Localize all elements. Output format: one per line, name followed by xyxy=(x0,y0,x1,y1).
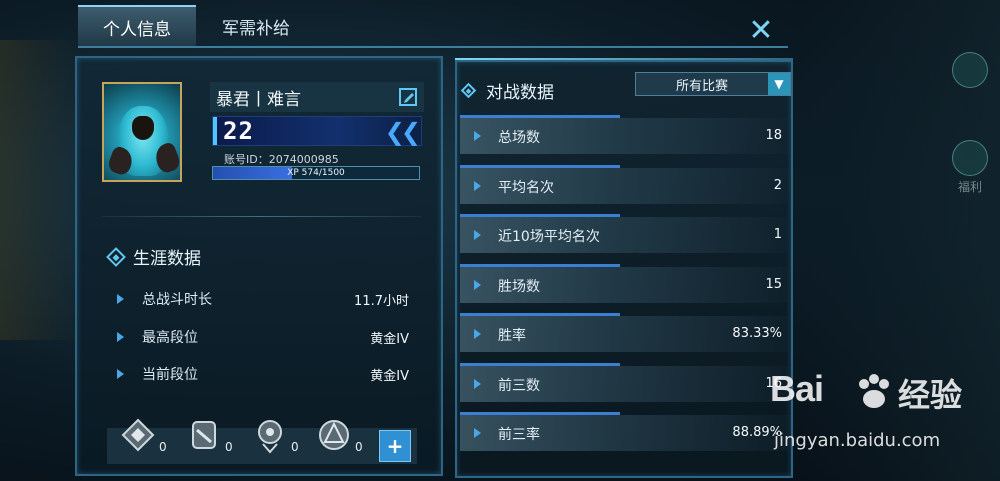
stat-row-top3-rate: 前三率 88.89% xyxy=(460,412,790,451)
stat-label: 前三率 xyxy=(498,427,540,443)
xp-progress-bar: XP 574/1500 xyxy=(212,166,420,180)
baidu-jingyan-watermark: Bai 经验 jingyan.baidu.com xyxy=(770,368,1000,468)
triangle-right-icon xyxy=(117,369,124,379)
tab-underline xyxy=(78,46,788,48)
medal-row: 0 0 0 0 + xyxy=(107,418,417,464)
crosshair-medal-icon[interactable] xyxy=(315,416,353,456)
career-label: 当前段位 xyxy=(142,367,198,383)
stat-topline xyxy=(460,264,620,267)
stat-topline xyxy=(460,165,620,168)
career-section-title: 生涯数据 xyxy=(106,244,201,269)
stat-label: 近10场平均名次 xyxy=(498,229,600,245)
stat-value: 83.33% xyxy=(732,326,782,341)
career-title: 生涯数据 xyxy=(133,249,201,269)
medal-count: 0 xyxy=(355,440,363,454)
stat-value: 1 xyxy=(773,227,782,242)
battle-section-title: 对战数据 xyxy=(460,78,554,103)
player-level: 22 xyxy=(223,117,254,145)
wreath-medal-icon[interactable] xyxy=(251,416,289,456)
stat-topline xyxy=(460,412,620,415)
profile-panel: 暴君丨难言 22 ❮❮ 账号ID：2074000985 XP 574/1500 … xyxy=(75,56,443,476)
match-filter-value: 所有比赛 xyxy=(675,78,728,94)
player-name: 暴君丨难言 xyxy=(216,89,301,110)
stat-topline xyxy=(460,115,620,118)
tab-supply-label: 军需补给 xyxy=(222,18,290,39)
triangle-right-icon xyxy=(474,280,481,290)
tab-supply[interactable]: 军需补给 xyxy=(196,5,316,47)
stat-value: 2 xyxy=(773,178,782,193)
divider xyxy=(102,216,422,217)
stat-topline xyxy=(460,214,620,217)
tab-bar: 个人信息 军需补给 xyxy=(78,5,788,47)
level-accent xyxy=(213,117,217,145)
stat-label: 胜率 xyxy=(498,328,526,344)
double-chevron-icon: ❮❮ xyxy=(384,118,421,146)
paw-icon xyxy=(859,374,889,408)
close-icon: ✕ xyxy=(748,13,774,48)
career-label: 总战斗时长 xyxy=(142,292,212,308)
close-button[interactable]: ✕ xyxy=(746,16,776,46)
stat-label: 前三数 xyxy=(498,378,540,394)
stat-row-win-rate: 胜率 83.33% xyxy=(460,313,790,352)
side-menu-icon[interactable] xyxy=(952,52,988,88)
side-label: 福利 xyxy=(958,180,983,194)
wings-medal-icon[interactable] xyxy=(119,416,157,456)
stat-row-total: 总场数 18 xyxy=(460,115,790,154)
diamond-icon xyxy=(106,246,126,267)
tab-profile-label: 个人信息 xyxy=(103,19,171,40)
triangle-right-icon xyxy=(474,329,481,339)
medal-count: 0 xyxy=(159,440,167,454)
scroll-medal-icon[interactable] xyxy=(185,416,223,456)
level-bar: 22 ❮❮ xyxy=(212,116,422,146)
avatar[interactable] xyxy=(102,82,182,182)
watermark-brand-left: Bai xyxy=(770,368,824,409)
career-label: 最高段位 xyxy=(142,330,198,346)
stat-row-avg-rank: 平均名次 2 xyxy=(460,165,790,204)
triangle-right-icon xyxy=(474,428,481,438)
triangle-right-icon xyxy=(117,294,124,304)
triangle-right-icon xyxy=(474,131,481,141)
stat-topline xyxy=(460,313,620,316)
player-name-bar: 暴君丨难言 xyxy=(210,82,424,112)
stat-label: 胜场数 xyxy=(498,279,540,295)
stat-value: 18 xyxy=(765,128,782,143)
watermark-url: jingyan.baidu.com xyxy=(774,430,941,451)
diamond-icon xyxy=(460,82,477,99)
medal-count: 0 xyxy=(225,440,233,454)
triangle-right-icon xyxy=(474,379,481,389)
chevron-down-icon: ▼ xyxy=(768,73,790,95)
stat-label: 总场数 xyxy=(498,130,540,146)
career-value: 11.7小时 xyxy=(354,293,409,309)
tab-profile[interactable]: 个人信息 xyxy=(78,5,196,47)
stat-value: 15 xyxy=(765,277,782,292)
plus-icon: + xyxy=(386,434,404,458)
watermark-brand-right: 经验 xyxy=(898,376,963,414)
edit-icon[interactable] xyxy=(398,87,418,107)
career-row-duration: 总战斗时长 11.7小时 xyxy=(117,287,409,311)
account-id: 账号ID：2074000985 xyxy=(224,153,339,166)
triangle-right-icon xyxy=(474,181,481,191)
career-value: 黄金IV xyxy=(370,368,409,384)
stat-label: 平均名次 xyxy=(498,180,554,196)
battle-title: 对战数据 xyxy=(486,83,554,103)
xp-text: XP 574/1500 xyxy=(287,168,345,178)
medal-count: 0 xyxy=(291,440,299,454)
triangle-right-icon xyxy=(117,332,124,342)
career-value: 黄金IV xyxy=(370,331,409,347)
career-row-highest-rank: 最高段位 黄金IV xyxy=(117,325,409,349)
match-filter-select[interactable]: 所有比赛 ▼ xyxy=(635,72,791,96)
battle-panel: 对战数据 所有比赛 ▼ 总场数 18 平均名次 2 近10场平均名次 1 胜场数… xyxy=(455,60,793,478)
stat-row-wins: 胜场数 15 xyxy=(460,264,790,303)
add-medal-button[interactable]: + xyxy=(379,430,411,462)
background-glow xyxy=(0,40,80,340)
stat-row-top3: 前三数 16 xyxy=(460,363,790,402)
triangle-right-icon xyxy=(474,230,481,240)
gift-icon[interactable] xyxy=(952,140,988,176)
stat-row-recent-avg-rank: 近10场平均名次 1 xyxy=(460,214,790,253)
career-row-current-rank: 当前段位 黄金IV xyxy=(117,362,409,386)
avatar-face xyxy=(132,116,154,140)
stat-topline xyxy=(460,363,620,366)
